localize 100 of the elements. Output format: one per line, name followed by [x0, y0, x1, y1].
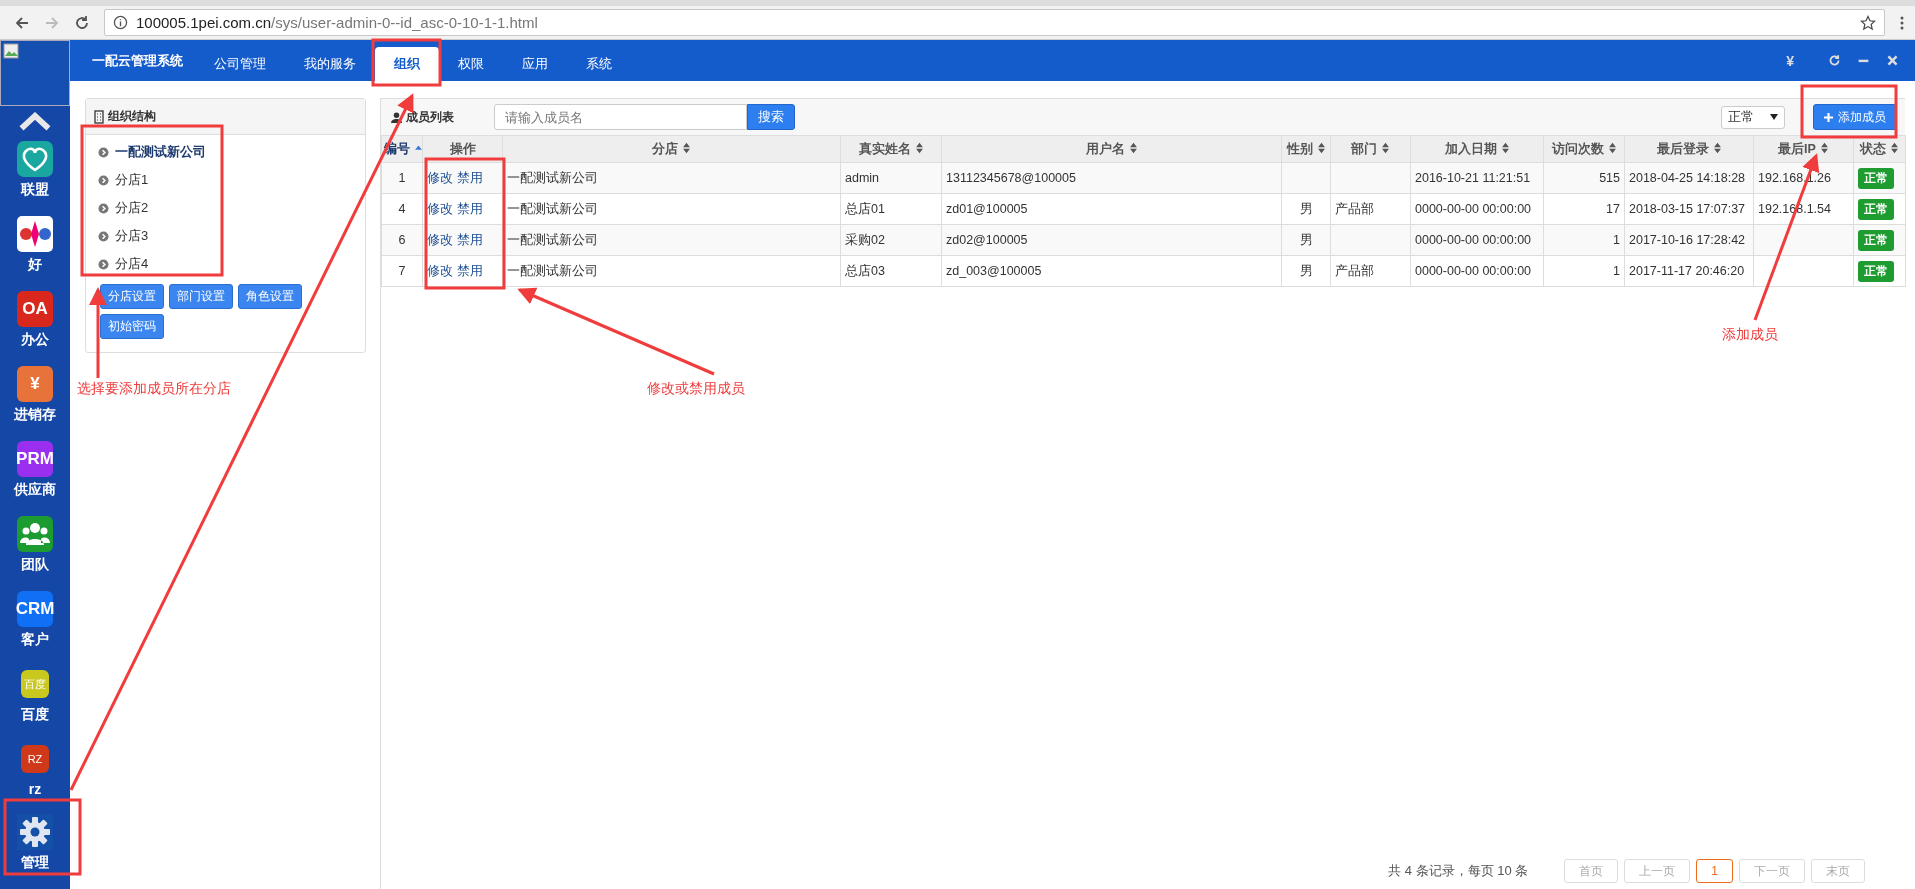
nav-tab[interactable]: 应用 [503, 47, 567, 81]
nav-tab[interactable]: 我的服务 [285, 47, 375, 81]
table-cell: 总店01 [845, 201, 885, 216]
app-icon[interactable]: PRM [17, 441, 53, 477]
plus-icon [1824, 112, 1833, 122]
action-link[interactable]: 修改 [427, 201, 453, 216]
column-header[interactable]: 性别 [1281, 135, 1331, 163]
close-icon[interactable] [1886, 54, 1899, 67]
refresh-icon[interactable] [1828, 54, 1841, 67]
app-label[interactable]: 联盟 [21, 181, 49, 199]
table-cell: zd_003@100005 [946, 264, 1042, 278]
back-icon[interactable] [14, 14, 30, 31]
more-icon[interactable] [1899, 14, 1905, 31]
sort-icon[interactable] [1607, 141, 1617, 154]
tree-item[interactable]: 分店4 [96, 250, 246, 278]
nav-tab[interactable]: 系统 [567, 47, 631, 81]
app-label[interactable]: 百度 [21, 706, 49, 724]
colorful-logo-icon[interactable] [17, 216, 53, 252]
settings-icon[interactable] [17, 814, 53, 850]
tree-item[interactable]: 分店1 [96, 166, 246, 194]
sort-icon[interactable] [1128, 141, 1138, 154]
app-icon[interactable]: CRM [17, 591, 53, 627]
app-label[interactable]: 客户 [21, 631, 49, 649]
app-label[interactable]: 管理 [21, 854, 49, 872]
chevron-circle-icon [98, 174, 109, 186]
table-cell: admin [845, 171, 880, 185]
app-icon[interactable]: RZ [21, 745, 49, 773]
settings-button[interactable]: 分店设置 [100, 284, 164, 309]
nav-tab[interactable]: 公司管理 [195, 47, 285, 81]
column-header[interactable]: 真实姓名 [840, 135, 942, 163]
currency-button[interactable]: ¥ [1786, 52, 1794, 69]
add-member-button[interactable]: 添加成员 [1813, 104, 1897, 130]
action-link[interactable]: 禁用 [457, 263, 483, 278]
search-field[interactable]: 请输入成员名 [494, 104, 747, 130]
app-label[interactable]: 进销存 [14, 406, 56, 424]
nav-tab[interactable]: 组织 [375, 47, 439, 81]
status-dropdown[interactable]: 正常 [1721, 105, 1785, 129]
annotation-text: 选择要添加成员所在分店 [77, 380, 231, 398]
column-header[interactable]: 部门 [1330, 135, 1411, 163]
app-icon[interactable]: OA [17, 291, 53, 327]
action-link[interactable]: 修改 [427, 263, 453, 278]
app-label[interactable]: 好 [28, 256, 42, 274]
chevron-circle-icon [98, 146, 109, 158]
column-header[interactable]: 分店 [502, 135, 841, 163]
action-link[interactable]: 禁用 [457, 201, 483, 216]
table-cell: zd01@100005 [946, 202, 1028, 216]
settings-button[interactable]: 部门设置 [169, 284, 233, 309]
status-badge: 正常 [1858, 229, 1894, 251]
star-icon[interactable] [1860, 14, 1876, 31]
sort-icon[interactable] [1381, 141, 1390, 154]
address-bar[interactable]: 100005.1pei.com.cn/sys/user-admin-0--id_asc-0-10-1-1.html [104, 9, 1885, 36]
column-header[interactable]: 用户名 [941, 135, 1282, 163]
chevron-circle-icon [98, 258, 109, 270]
panel-title: 成员列表 [406, 108, 454, 126]
sort-icon[interactable] [682, 141, 691, 154]
app-label[interactable]: rz [28, 781, 42, 797]
sort-icon[interactable] [914, 141, 924, 154]
settings-button[interactable]: 角色设置 [238, 284, 302, 309]
nav-tab[interactable]: 权限 [439, 47, 503, 81]
sort-icon[interactable] [1500, 141, 1510, 154]
panel-title: 组织结构 [108, 108, 156, 125]
sort-icon[interactable] [1316, 141, 1326, 154]
action-link[interactable]: 禁用 [457, 232, 483, 247]
action-link[interactable]: 修改 [427, 170, 453, 185]
table-cell: 2018-03-15 17:07:37 [1629, 202, 1746, 216]
table-cell: 一配测试新公司 [507, 170, 598, 185]
column-header[interactable]: 最后登录 [1624, 135, 1754, 163]
action-link[interactable]: 禁用 [457, 170, 483, 185]
table-cell: 男 [1299, 263, 1313, 278]
table-cell: 4 [398, 202, 406, 216]
people-icon[interactable] [17, 516, 53, 552]
tree-item[interactable]: 分店2 [96, 194, 246, 222]
table-cell: 1 [1613, 264, 1620, 278]
app-label[interactable]: 供应商 [14, 481, 56, 499]
action-link[interactable]: 修改 [427, 232, 453, 247]
settings-button[interactable]: 初始密码 [100, 314, 164, 339]
chevron-up-icon[interactable] [18, 111, 52, 131]
table-cell: 男 [1299, 232, 1313, 247]
sort-icon[interactable] [1890, 141, 1899, 154]
chevron-circle-icon [98, 230, 109, 242]
sort-icon[interactable] [1712, 141, 1722, 154]
reload-icon[interactable] [74, 14, 90, 31]
app-label[interactable]: 团队 [21, 556, 49, 574]
table-cell: 1 [1613, 233, 1620, 247]
table-cell: 13112345678@100005 [946, 171, 1076, 185]
column-header[interactable]: 加入日期 [1410, 135, 1544, 163]
app-label[interactable]: 办公 [21, 331, 49, 349]
column-header[interactable]: 最后IP [1753, 135, 1854, 163]
annotation-text: 添加成员 [1722, 326, 1778, 344]
sort-icon[interactable] [1819, 141, 1829, 154]
table-cell: 0000-00-00 00:00:00 [1415, 264, 1532, 278]
tree-item[interactable]: 一配测试新公司 [96, 138, 246, 166]
column-header[interactable]: 操作 [422, 135, 503, 163]
tree-item[interactable]: 分店3 [96, 222, 246, 250]
table-cell: 7 [398, 264, 406, 278]
url-text: 100005.1pei.com.cn/sys/user-admin-0--id_asc-0-10-1-1.html [136, 14, 539, 31]
search-button[interactable]: 搜索 [747, 104, 795, 130]
table-cell: 17 [1606, 202, 1620, 216]
table-cell: 采购02 [845, 232, 885, 247]
column-header[interactable]: 访问次数 [1543, 135, 1625, 163]
